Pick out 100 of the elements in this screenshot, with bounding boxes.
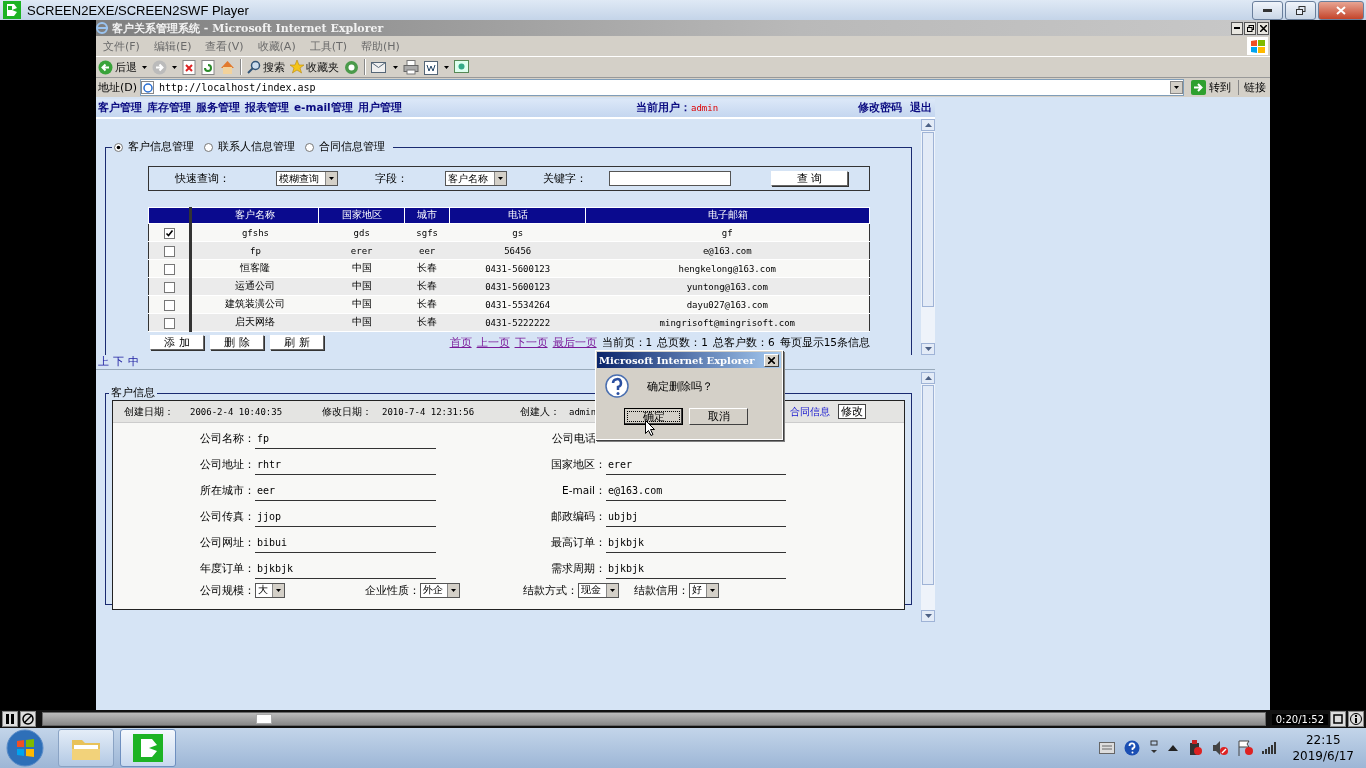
dropdown-arrow-icon[interactable]: [710, 588, 715, 592]
radio-button[interactable]: [204, 142, 213, 152]
nav-link[interactable]: 用户管理: [357, 101, 402, 115]
radio-label[interactable]: 联系人信息管理: [218, 140, 295, 154]
menu-item[interactable]: 收藏(A): [250, 38, 303, 54]
frame-link[interactable]: 下: [113, 355, 124, 369]
dropdown-arrow-icon[interactable]: [393, 65, 398, 69]
show-hidden-icons-button[interactable]: [1168, 744, 1179, 752]
scroll-down-button[interactable]: [921, 343, 935, 355]
menu-item[interactable]: 帮助(H): [354, 38, 407, 54]
input-field[interactable]: fp: [255, 429, 436, 449]
frame-link[interactable]: 中: [128, 355, 139, 369]
clock[interactable]: 22:15 2019/6/17: [1292, 732, 1354, 764]
stop-button[interactable]: [20, 711, 36, 727]
help-icon[interactable]: [1124, 740, 1141, 756]
frame-link[interactable]: 上: [98, 355, 109, 369]
dropdown-arrow-icon[interactable]: [329, 177, 334, 180]
input-field[interactable]: bjkbjk: [606, 559, 786, 579]
radio-label[interactable]: 客户信息管理: [128, 140, 194, 154]
input-field[interactable]: e@163.com: [606, 481, 786, 501]
checkbox[interactable]: [163, 263, 175, 275]
dropdown-arrow-icon[interactable]: [451, 588, 456, 592]
input-field[interactable]: jjop: [255, 507, 436, 527]
menu-item[interactable]: 文件(F): [96, 38, 147, 54]
dropdown-arrow-icon[interactable]: [142, 65, 147, 69]
checkbox[interactable]: [163, 299, 175, 311]
dropdown[interactable]: 客户名称: [445, 171, 507, 186]
mail-icon[interactable]: [371, 60, 388, 74]
pause-button[interactable]: [2, 711, 18, 727]
close-button[interactable]: [1257, 21, 1269, 35]
address-field[interactable]: http://localhost/index.asp: [140, 79, 1184, 96]
pager-link[interactable]: 首页: [449, 335, 472, 350]
flag-icon[interactable]: [1237, 740, 1254, 756]
scrollbar-thumb[interactable]: [922, 132, 934, 307]
checkbox[interactable]: [163, 317, 175, 329]
seek-thumb[interactable]: [255, 714, 272, 724]
restore-button[interactable]: [1285, 0, 1316, 20]
dropdown-arrow-icon[interactable]: [498, 177, 503, 180]
dropdown[interactable]: 现金: [578, 582, 619, 598]
dropdown-arrow-icon[interactable]: [276, 588, 281, 592]
fullscreen-button[interactable]: [1330, 711, 1346, 727]
nav-link[interactable]: e-mail管理: [294, 101, 353, 115]
menu-item[interactable]: 编辑(E): [146, 38, 199, 54]
dropdown[interactable]: 大: [255, 582, 285, 598]
input-field[interactable]: erer: [606, 455, 786, 475]
taskbar-button[interactable]: [58, 729, 114, 767]
input-field[interactable]: bjkbjk: [255, 559, 436, 579]
print-icon[interactable]: [403, 59, 419, 75]
keyboard-icon[interactable]: [1099, 742, 1116, 754]
nav-link[interactable]: 退出: [910, 101, 932, 115]
stop-icon[interactable]: [182, 59, 196, 75]
checkbox[interactable]: [163, 227, 175, 239]
speaker-muted-icon[interactable]: [1212, 740, 1229, 756]
dropdown-arrow-icon[interactable]: [1174, 86, 1179, 89]
cancel-button[interactable]: 取消: [689, 408, 748, 425]
start-button[interactable]: [6, 729, 44, 767]
menu-item[interactable]: 工具(T): [302, 38, 354, 54]
nav-link[interactable]: 库存管理: [147, 101, 191, 115]
radio-button[interactable]: [305, 142, 314, 152]
nav-link[interactable]: 服务管理: [196, 101, 240, 115]
contract-link[interactable]: 合同信息: [790, 404, 830, 419]
dropdown[interactable]: 好: [689, 582, 719, 598]
dropdown-arrow-icon[interactable]: [610, 588, 615, 592]
edit-button[interactable]: 修改: [838, 404, 866, 419]
action-button[interactable]: 添 加: [150, 335, 204, 350]
input-field[interactable]: eer: [255, 481, 436, 501]
radio-label[interactable]: 合同信息管理: [319, 140, 385, 154]
scroll-up-button[interactable]: [921, 372, 935, 384]
dropdown-arrow-icon[interactable]: [444, 65, 449, 69]
input-field[interactable]: bjkbjk: [606, 533, 786, 553]
dropdown[interactable]: 外企: [420, 582, 460, 598]
checkbox[interactable]: [163, 245, 175, 257]
media-icon[interactable]: [344, 59, 359, 75]
input-field[interactable]: rhtr: [255, 455, 436, 475]
nav-link[interactable]: 客户管理: [98, 101, 142, 115]
edit-icon[interactable]: [424, 59, 439, 75]
checkbox[interactable]: [163, 281, 175, 293]
pager-link[interactable]: 最后一页: [552, 335, 597, 350]
input-field[interactable]: ubjbj: [606, 507, 786, 527]
keyword-field[interactable]: [609, 171, 731, 186]
scroll-up-button[interactable]: [921, 119, 935, 131]
nav-link[interactable]: 修改密码: [858, 101, 902, 115]
action-button[interactable]: 删 除: [210, 335, 264, 350]
action-button[interactable]: 刷 新: [270, 335, 324, 350]
back-button[interactable]: 后退: [98, 59, 137, 75]
input-field[interactable]: bibui: [255, 533, 436, 553]
scrollbar-thumb[interactable]: [922, 385, 934, 585]
favorites-button[interactable]: 收藏夹: [290, 59, 339, 75]
taskbar-button[interactable]: [120, 729, 176, 767]
radio-button[interactable]: [114, 142, 123, 152]
pager-link[interactable]: 上一页: [476, 335, 510, 350]
search-button[interactable]: 搜索: [247, 59, 285, 75]
signal-icon[interactable]: [1262, 742, 1277, 754]
minimize-button[interactable]: [1252, 0, 1283, 20]
minimize-button[interactable]: [1231, 21, 1243, 35]
info-button[interactable]: [1348, 711, 1364, 727]
refresh-icon[interactable]: [201, 59, 215, 75]
pager-link[interactable]: 下一页: [514, 335, 548, 350]
dropdown[interactable]: 模糊查询: [276, 171, 338, 186]
menu-item[interactable]: 查看(V): [198, 38, 251, 54]
